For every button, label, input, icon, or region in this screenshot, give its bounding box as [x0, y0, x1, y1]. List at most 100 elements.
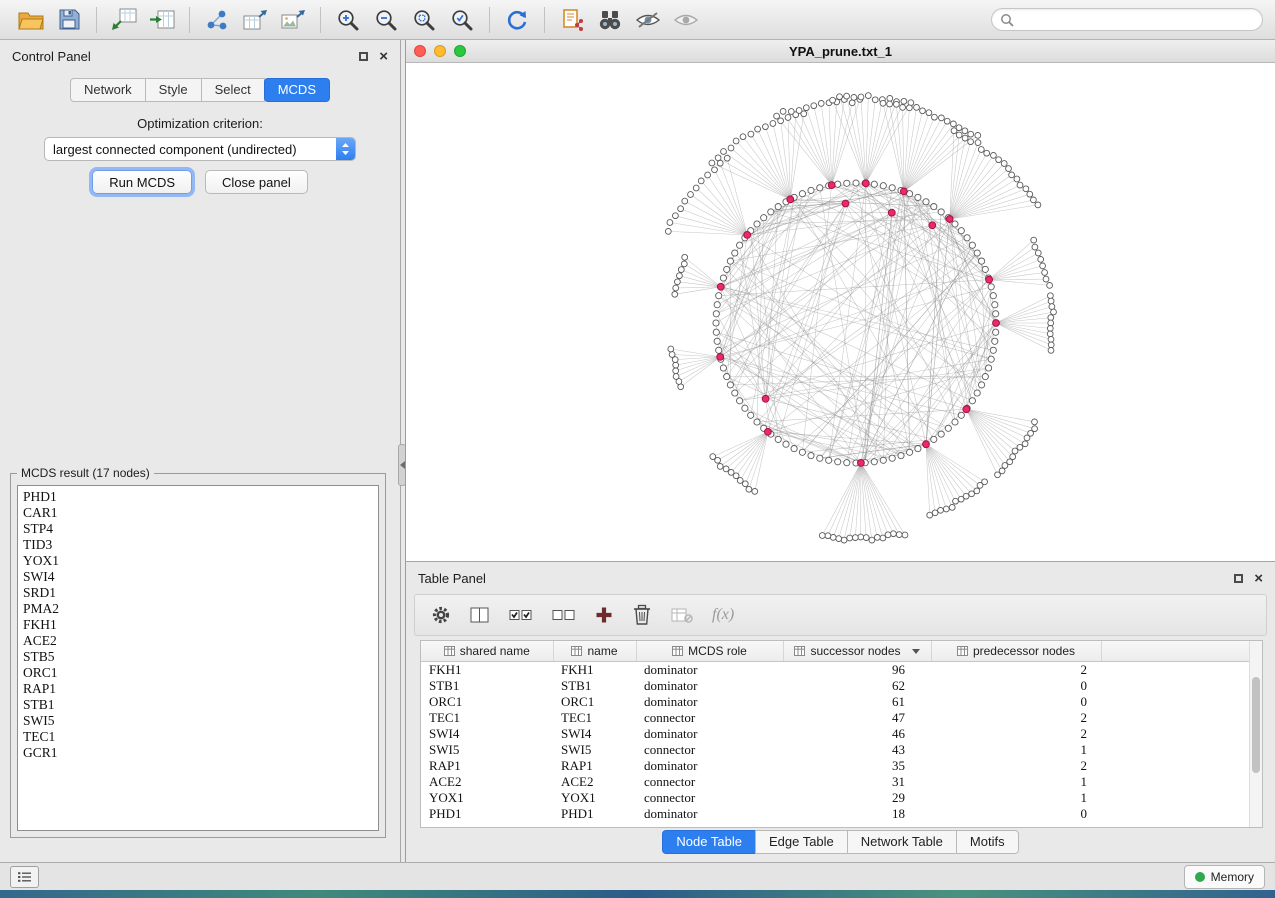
cell-mcds-role[interactable]: dominator	[636, 758, 783, 774]
deselect-all-icon[interactable]	[552, 607, 576, 623]
delete-column-trash-icon[interactable]	[632, 604, 652, 626]
network-window-titlebar[interactable]: YPA_prune.txt_1	[406, 40, 1275, 63]
mcds-result-item[interactable]: PHD1	[23, 489, 373, 505]
window-close-icon[interactable]	[414, 45, 426, 57]
criterion-dropdown[interactable]: largest connected component (undirected)	[44, 137, 356, 161]
show-columns-icon[interactable]	[470, 606, 490, 624]
import-table-button[interactable]	[143, 5, 181, 35]
cell-mcds-role[interactable]: connector	[636, 710, 783, 726]
cell-shared-name[interactable]: YOX1	[421, 790, 553, 806]
memory-button[interactable]: Memory	[1184, 865, 1265, 889]
cell-successor-nodes[interactable]: 46	[783, 726, 931, 742]
table-row[interactable]: ORC1ORC1dominator610	[421, 694, 1249, 710]
column-header-predecessor-nodes[interactable]: predecessor nodes	[931, 641, 1101, 662]
find-button[interactable]	[591, 5, 629, 35]
export-table-button[interactable]	[236, 5, 274, 35]
table-row[interactable]: PHD1PHD1dominator180	[421, 806, 1249, 822]
cell-shared-name[interactable]: STB1	[421, 678, 553, 694]
tab-network-table[interactable]: Network Table	[847, 830, 957, 854]
table-row[interactable]: YOX1YOX1connector291	[421, 790, 1249, 806]
float-table-panel-icon[interactable]	[1234, 574, 1243, 583]
cell-name[interactable]: RAP1	[553, 758, 636, 774]
close-panel-button[interactable]: Close panel	[205, 170, 308, 194]
export-image-button[interactable]	[274, 5, 312, 35]
cell-predecessor-nodes[interactable]: 1	[931, 774, 1101, 790]
tab-style[interactable]: Style	[145, 78, 202, 102]
cell-name[interactable]: ORC1	[553, 694, 636, 710]
mcds-result-item[interactable]: SRD1	[23, 585, 373, 601]
mcds-result-item[interactable]: ORC1	[23, 665, 373, 681]
task-history-button[interactable]	[10, 866, 39, 888]
tab-select[interactable]: Select	[201, 78, 265, 102]
cell-mcds-role[interactable]: connector	[636, 790, 783, 806]
close-panel-icon[interactable]: ×	[379, 49, 388, 64]
cell-successor-nodes[interactable]: 43	[783, 742, 931, 758]
mcds-result-item[interactable]: STP4	[23, 521, 373, 537]
save-session-button[interactable]	[50, 5, 88, 35]
toolbar-search[interactable]	[991, 8, 1263, 31]
column-header-mcds-role[interactable]: MCDS role	[636, 641, 783, 662]
cell-name[interactable]: SWI4	[553, 726, 636, 742]
table-scrollbar[interactable]	[1249, 641, 1262, 827]
copy-network-button[interactable]	[553, 5, 591, 35]
cell-name[interactable]: ACE2	[553, 774, 636, 790]
zoom-selected-button[interactable]	[443, 5, 481, 35]
cell-successor-nodes[interactable]: 61	[783, 694, 931, 710]
tab-edge-table[interactable]: Edge Table	[755, 830, 848, 854]
cell-name[interactable]: PHD1	[553, 806, 636, 822]
mcds-result-item[interactable]: SWI4	[23, 569, 373, 585]
table-row[interactable]: FKH1FKH1dominator962	[421, 662, 1249, 679]
tab-motifs[interactable]: Motifs	[956, 830, 1019, 854]
mcds-result-item[interactable]: CAR1	[23, 505, 373, 521]
table-row[interactable]: RAP1RAP1dominator352	[421, 758, 1249, 774]
cell-predecessor-nodes[interactable]: 2	[931, 662, 1101, 679]
mcds-result-item[interactable]: TID3	[23, 537, 373, 553]
mcds-result-item[interactable]: SWI5	[23, 713, 373, 729]
cell-predecessor-nodes[interactable]: 1	[931, 790, 1101, 806]
cell-successor-nodes[interactable]: 18	[783, 806, 931, 822]
column-header-name[interactable]: name	[553, 641, 636, 662]
mcds-result-item[interactable]: FKH1	[23, 617, 373, 633]
cell-shared-name[interactable]: SWI5	[421, 742, 553, 758]
mcds-result-item[interactable]: RAP1	[23, 681, 373, 697]
show-graphics-details-button[interactable]	[667, 5, 705, 35]
table-settings-gear-icon[interactable]	[431, 605, 451, 625]
cell-mcds-role[interactable]: dominator	[636, 726, 783, 742]
column-header-shared-name[interactable]: shared name	[421, 641, 553, 662]
cell-predecessor-nodes[interactable]: 1	[931, 742, 1101, 758]
table-row[interactable]: SWI4SWI4dominator462	[421, 726, 1249, 742]
zoom-in-button[interactable]	[329, 5, 367, 35]
zoom-out-button[interactable]	[367, 5, 405, 35]
cell-predecessor-nodes[interactable]: 2	[931, 758, 1101, 774]
select-all-icon[interactable]	[509, 607, 533, 623]
table-row[interactable]: SWI5SWI5connector431	[421, 742, 1249, 758]
cell-name[interactable]: TEC1	[553, 710, 636, 726]
cell-name[interactable]: FKH1	[553, 662, 636, 679]
cell-mcds-role[interactable]: dominator	[636, 694, 783, 710]
mcds-result-item[interactable]: PMA2	[23, 601, 373, 617]
cell-name[interactable]: YOX1	[553, 790, 636, 806]
cell-mcds-role[interactable]: dominator	[636, 806, 783, 822]
cell-shared-name[interactable]: FKH1	[421, 662, 553, 679]
sort-dropdown-icon[interactable]	[912, 649, 920, 654]
zoom-fit-button[interactable]	[405, 5, 443, 35]
cell-successor-nodes[interactable]: 96	[783, 662, 931, 679]
mcds-result-item[interactable]: STB5	[23, 649, 373, 665]
run-mcds-button[interactable]: Run MCDS	[92, 170, 192, 194]
cell-successor-nodes[interactable]: 31	[783, 774, 931, 790]
toggle-graphics-details-button[interactable]	[629, 5, 667, 35]
cell-successor-nodes[interactable]: 47	[783, 710, 931, 726]
mcds-result-list[interactable]: PHD1CAR1STP4TID3YOX1SWI4SRD1PMA2FKH1ACE2…	[17, 485, 379, 831]
cell-name[interactable]: STB1	[553, 678, 636, 694]
network-canvas[interactable]	[406, 63, 1275, 561]
window-maximize-icon[interactable]	[454, 45, 466, 57]
add-column-plus-icon[interactable]	[595, 606, 613, 624]
refresh-button[interactable]	[498, 5, 536, 35]
search-input[interactable]	[1019, 12, 1254, 28]
mcds-result-item[interactable]: ACE2	[23, 633, 373, 649]
cell-predecessor-nodes[interactable]: 2	[931, 726, 1101, 742]
table-row[interactable]: ACE2ACE2connector311	[421, 774, 1249, 790]
tab-network[interactable]: Network	[70, 78, 146, 102]
table-scrollbar-thumb[interactable]	[1252, 677, 1260, 773]
new-network-button[interactable]	[198, 5, 236, 35]
